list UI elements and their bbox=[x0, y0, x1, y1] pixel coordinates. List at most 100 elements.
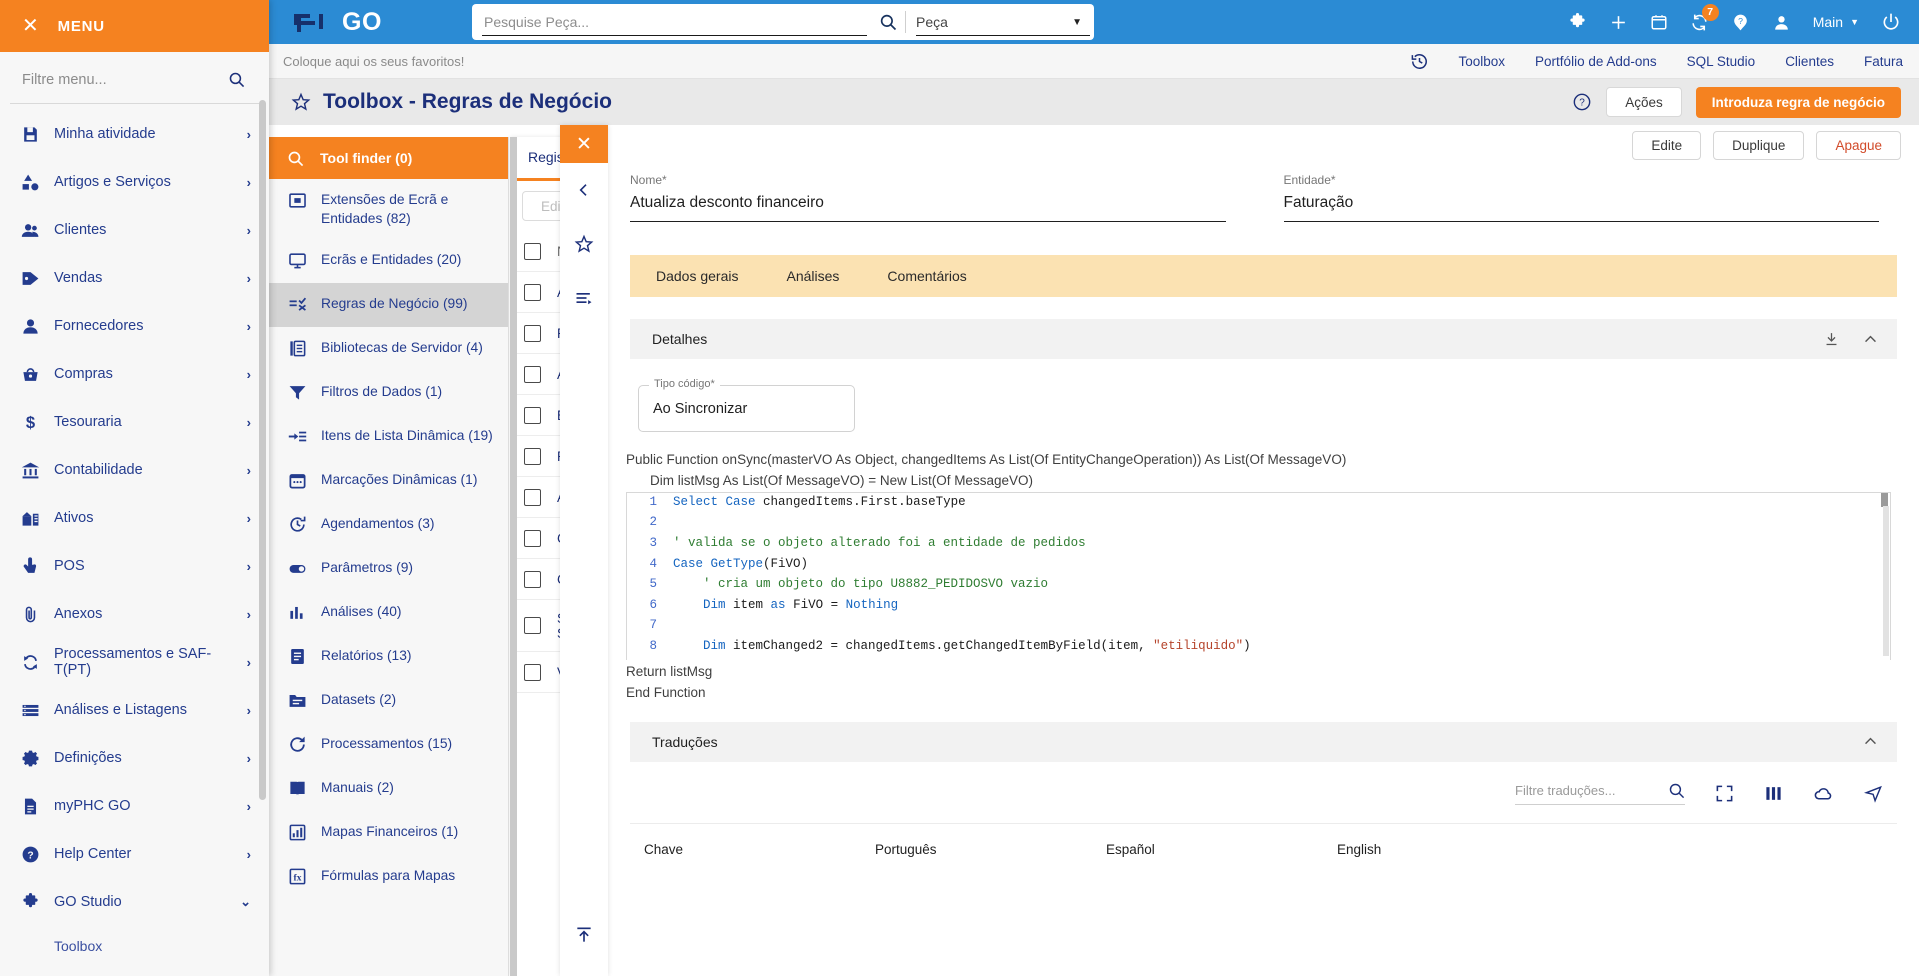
tool-item-ecr-s-e-entidades-20[interactable]: Ecrãs e Entidades (20) bbox=[269, 239, 508, 283]
send-icon[interactable] bbox=[1864, 784, 1883, 803]
menu-item-go-studio[interactable]: GO Studio ⌄ bbox=[0, 878, 269, 926]
list-options-icon[interactable] bbox=[560, 271, 608, 325]
history-icon[interactable] bbox=[1410, 52, 1429, 71]
chevron-down-icon[interactable]: ▼ bbox=[1072, 17, 1082, 28]
chevron-right-icon[interactable]: › bbox=[247, 847, 251, 862]
search-icon[interactable] bbox=[871, 13, 905, 31]
chevron-down-icon[interactable]: ▼ bbox=[1850, 17, 1859, 27]
chevron-up-icon[interactable] bbox=[1862, 331, 1879, 348]
plus-icon[interactable] bbox=[1609, 13, 1628, 32]
close-icon[interactable]: ✕ bbox=[560, 125, 608, 163]
columns-icon[interactable] bbox=[1764, 784, 1783, 803]
close-icon[interactable]: ✕ bbox=[22, 16, 40, 36]
menu-item-vendas[interactable]: Vendas › bbox=[0, 254, 269, 302]
tool-item-filtros-de-dados-1[interactable]: Filtros de Dados (1) bbox=[269, 371, 508, 415]
expand-icon[interactable] bbox=[1715, 784, 1734, 803]
brand-logo[interactable]: GO bbox=[291, 9, 382, 35]
chevron-right-icon[interactable]: › bbox=[247, 799, 251, 814]
user-menu[interactable]: Main ▼ bbox=[1813, 14, 1859, 30]
menu-item-minha-atividade[interactable]: Minha atividade › bbox=[0, 110, 269, 158]
translations-filter-input[interactable] bbox=[1515, 782, 1658, 798]
tool-item-regras-de-neg-cio-99[interactable]: Regras de Negócio (99) bbox=[269, 283, 508, 328]
chevron-left-icon[interactable] bbox=[560, 163, 608, 217]
chevron-right-icon[interactable]: › bbox=[247, 415, 251, 430]
code-vertical-scrollbar[interactable] bbox=[1883, 505, 1889, 656]
chevron-down-icon[interactable]: ⌄ bbox=[240, 894, 251, 910]
chevron-right-icon[interactable]: › bbox=[247, 751, 251, 766]
menu-item-tesouraria[interactable]: $ Tesouraria › bbox=[0, 398, 269, 446]
download-icon[interactable] bbox=[1823, 331, 1840, 348]
menu-item-help-center[interactable]: ? Help Center › bbox=[0, 830, 269, 878]
menu-list[interactable]: Minha atividade › Artigos e Serviços › Clien… bbox=[0, 104, 269, 976]
menu-filter-input[interactable] bbox=[22, 71, 228, 88]
tab-analises[interactable]: Análises bbox=[787, 268, 840, 284]
tool-item-f-rmulas-para-mapas[interactable]: fx Fórmulas para Mapas bbox=[269, 855, 508, 899]
tool-item-itens-de-lista-din-mica-19[interactable]: Itens de Lista Dinâmica (19) bbox=[269, 415, 508, 459]
select-all-checkbox[interactable] bbox=[524, 242, 541, 260]
chevron-right-icon[interactable]: › bbox=[247, 463, 251, 478]
actions-button[interactable]: Ações bbox=[1606, 87, 1682, 117]
puzzle-icon[interactable] bbox=[1568, 12, 1587, 32]
menu-filter[interactable] bbox=[10, 56, 259, 104]
tool-item-manuais-2[interactable]: Manuais (2) bbox=[269, 767, 508, 811]
detail-edit-button[interactable]: Edite bbox=[1632, 131, 1702, 160]
tab-dados-gerais[interactable]: Dados gerais bbox=[656, 268, 739, 284]
tab-comentarios[interactable]: Comentários bbox=[887, 268, 966, 284]
code-editor-body[interactable]: 1 Select Case changedItems.First.baseType… bbox=[626, 491, 1891, 660]
row-checkbox[interactable] bbox=[524, 324, 541, 342]
cloud-icon[interactable] bbox=[1813, 783, 1834, 804]
code-type-field[interactable]: Tipo código* Ao Sincronizar bbox=[638, 378, 855, 432]
global-search[interactable]: Peça ▼ bbox=[472, 4, 1094, 40]
menu-subitem-portf-lio-de-add-ons[interactable]: Portfólio de Add-ons bbox=[0, 966, 269, 976]
chevron-right-icon[interactable]: › bbox=[247, 367, 251, 382]
chevron-right-icon[interactable]: › bbox=[247, 559, 251, 574]
field-nome-value[interactable]: Atualiza desconto financeiro bbox=[630, 194, 1226, 222]
menu-item-myphc-go[interactable]: myPHC GO › bbox=[0, 782, 269, 830]
detail-delete-button[interactable]: Apague bbox=[1816, 131, 1901, 160]
menu-item-pos[interactable]: POS › bbox=[0, 542, 269, 590]
search-icon[interactable] bbox=[1668, 782, 1685, 799]
tool-item-par-metros-9[interactable]: Parâmetros (9) bbox=[269, 547, 508, 591]
scroll-top-icon[interactable] bbox=[560, 908, 608, 962]
row-checkbox[interactable] bbox=[524, 365, 541, 383]
help-circle-icon[interactable]: ? bbox=[1572, 92, 1592, 112]
help-icon[interactable]: ? bbox=[1731, 13, 1750, 32]
tool-item-marca-es-din-micas-1[interactable]: Marcações Dinâmicas (1) bbox=[269, 459, 508, 503]
menu-item-defini-es[interactable]: Definições › bbox=[0, 734, 269, 782]
menu-subitem-toolbox[interactable]: Toolbox bbox=[0, 926, 269, 966]
row-checkbox[interactable] bbox=[524, 447, 541, 465]
star-icon[interactable] bbox=[560, 217, 608, 271]
chevron-right-icon[interactable]: › bbox=[247, 607, 251, 622]
field-entidade-value[interactable]: Faturação bbox=[1283, 194, 1879, 222]
calendar-icon[interactable] bbox=[1650, 13, 1668, 31]
sync-icon[interactable]: 7 bbox=[1690, 3, 1719, 32]
add-business-rule-button[interactable]: Introduza regra de negócio bbox=[1695, 86, 1901, 118]
row-checkbox[interactable] bbox=[524, 663, 541, 681]
menu-item-an-lises-e-listagens[interactable]: Análises e Listagens › bbox=[0, 686, 269, 734]
menu-item-contabilidade[interactable]: Contabilidade › bbox=[0, 446, 269, 494]
chevron-right-icon[interactable]: › bbox=[247, 703, 251, 718]
menu-scrollbar[interactable] bbox=[259, 100, 266, 800]
row-checkbox[interactable] bbox=[524, 488, 541, 506]
fav-link-1[interactable]: Portfólio de Add-ons bbox=[1535, 54, 1657, 69]
menu-item-processamentos-e-saf-t-pt[interactable]: Processamentos e SAF-T(PT) › bbox=[0, 638, 269, 686]
chevron-right-icon[interactable]: › bbox=[247, 271, 251, 286]
row-checkbox[interactable] bbox=[524, 529, 541, 547]
menu-item-fornecedores[interactable]: Fornecedores › bbox=[0, 302, 269, 350]
translations-filter[interactable] bbox=[1515, 782, 1685, 805]
chevron-up-icon[interactable] bbox=[1862, 733, 1879, 750]
menu-item-anexos[interactable]: Anexos › bbox=[0, 590, 269, 638]
tool-item-an-lises-40[interactable]: Análises (40) bbox=[269, 591, 508, 635]
chevron-right-icon[interactable]: › bbox=[247, 511, 251, 526]
menu-item-compras[interactable]: Compras › bbox=[0, 350, 269, 398]
menu-item-clientes[interactable]: Clientes › bbox=[0, 206, 269, 254]
row-checkbox[interactable] bbox=[524, 406, 541, 424]
tool-item-processamentos-15[interactable]: Processamentos (15) bbox=[269, 723, 508, 767]
chevron-right-icon[interactable]: › bbox=[247, 655, 251, 670]
chevron-right-icon[interactable]: › bbox=[247, 319, 251, 334]
power-icon[interactable] bbox=[1881, 12, 1901, 32]
search-input[interactable] bbox=[472, 14, 871, 30]
tool-item-mapas-financeiros-1[interactable]: Mapas Financeiros (1) bbox=[269, 811, 508, 855]
chevron-right-icon[interactable]: › bbox=[247, 175, 251, 190]
tool-item-extens-es-de-ecr-e-entidades-82[interactable]: Extensões de Ecrã e Entidades (82) bbox=[269, 179, 508, 239]
